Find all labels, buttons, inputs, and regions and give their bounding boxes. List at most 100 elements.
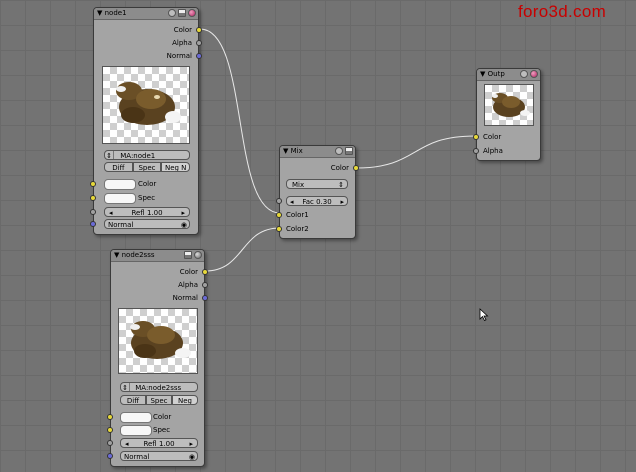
material-browse-icon[interactable]: ⇕: [121, 383, 130, 391]
node2-output-alpha-socket[interactable]: [202, 282, 208, 288]
plus-icon[interactable]: [335, 147, 343, 155]
node2-output-color-socket[interactable]: [202, 269, 208, 275]
output-header[interactable]: ▼ Outp: [477, 69, 540, 81]
node2-header[interactable]: ▼ node2sss: [111, 250, 204, 262]
material-sphere-icon[interactable]: [188, 9, 196, 17]
increment-arrow-icon[interactable]: ▸: [189, 439, 193, 447]
mix-blend-mode-value: Mix: [292, 181, 305, 189]
mix-output-color-socket[interactable]: [353, 165, 359, 171]
collapse-triangle-icon[interactable]: ▼: [283, 147, 288, 155]
node2-refl-value: Refl 1.00: [143, 440, 175, 448]
mix-node[interactable]: ▼ Mix Color Mix ⇕ ◂ Fac 0.30 ▸ Color1 Co…: [276, 145, 359, 239]
mix-header[interactable]: ▼ Mix: [280, 146, 355, 158]
node2-neg-toggle[interactable]: Neg: [172, 395, 198, 405]
mix-input-color2-label: Color2: [286, 225, 309, 233]
node1-material-node[interactable]: ▼ node1 Color Alpha Normal ⇕ MA:node1 Di…: [90, 7, 202, 235]
monkey-head-preview-icon: [116, 82, 181, 125]
output-input-alpha-socket[interactable]: [473, 148, 479, 154]
mix-title: Mix: [290, 147, 303, 155]
output-input-alpha-label: Alpha: [483, 147, 503, 155]
node1-shading-tabs: Diff Spec Neg N: [104, 162, 191, 172]
node2-input-color-label: Color: [153, 413, 172, 421]
node2-spec-swatch[interactable]: [120, 425, 152, 436]
collapse-triangle-icon[interactable]: ▼: [114, 251, 119, 259]
node1-input-color-socket[interactable]: [90, 181, 96, 187]
output-node[interactable]: ▼ Outp Color Alpha: [473, 68, 541, 161]
node1-header[interactable]: ▼ node1: [94, 8, 198, 20]
node1-output-alpha-socket[interactable]: [196, 40, 202, 46]
node1-input-spec-label: Spec: [138, 194, 156, 202]
mix-input-color1-socket[interactable]: [276, 212, 282, 218]
mix-blend-mode-select[interactable]: Mix ⇕: [286, 179, 348, 189]
node1-spec-swatch[interactable]: [104, 193, 136, 204]
monkey-head-preview-icon: [130, 321, 191, 359]
node2-color-swatch[interactable]: [120, 412, 152, 423]
material-browse-icon[interactable]: ⇕: [105, 151, 114, 159]
link-node2-to-mix-color2: [204, 227, 281, 272]
node2-input-color-socket[interactable]: [107, 414, 113, 420]
output-title: Outp: [487, 70, 505, 78]
node2-material-name[interactable]: MA:node2sss: [132, 384, 181, 391]
node1-refl-slider[interactable]: ◂ Refl 1.00 ▸: [104, 207, 190, 217]
dropdown-arrow-icon[interactable]: ⇕: [338, 180, 344, 188]
node1-material-selector[interactable]: ⇕ MA:node1: [104, 150, 190, 160]
mix-fac-slider[interactable]: ◂ Fac 0.30 ▸: [286, 196, 348, 206]
node1-diff-toggle[interactable]: Diff: [104, 162, 133, 172]
mix-input-fac-socket[interactable]: [276, 198, 282, 204]
mix-output-color-label: Color: [330, 164, 349, 172]
link-node1-to-mix-color1: [199, 28, 281, 214]
normal-sphere-icon[interactable]: ◉: [189, 452, 195, 460]
node1-output-alpha-label: Alpha: [172, 39, 192, 47]
node2-output-normal-socket[interactable]: [202, 295, 208, 301]
node2-spec-toggle[interactable]: Spec: [146, 395, 172, 405]
node1-output-normal-socket[interactable]: [196, 53, 202, 59]
link-mix-to-output-color: [355, 135, 476, 169]
node1-material-name[interactable]: MA:node1: [116, 152, 155, 159]
node2-output-normal-label: Normal: [172, 294, 198, 302]
collapse-triangle-icon[interactable]: ▼: [97, 9, 102, 17]
node1-neg-normal-toggle[interactable]: Neg N: [161, 162, 191, 172]
decrement-arrow-icon[interactable]: ◂: [290, 197, 294, 205]
output-input-color-socket[interactable]: [473, 134, 479, 140]
preview-toggle-icon[interactable]: [345, 147, 353, 155]
node2-input-spec-socket[interactable]: [107, 427, 113, 433]
node2-input-normal-socket[interactable]: [107, 453, 113, 459]
material-sphere-icon[interactable]: [530, 70, 538, 78]
node1-color-swatch[interactable]: [104, 179, 136, 190]
monkey-head-preview-icon: [492, 93, 530, 117]
mix-input-color2-socket[interactable]: [276, 226, 282, 232]
mix-input-color1-label: Color1: [286, 211, 309, 219]
collapse-triangle-icon[interactable]: ▼: [480, 70, 485, 78]
node1-normal-field[interactable]: Normal ◉: [104, 219, 190, 229]
mouse-cursor-icon: [479, 308, 489, 322]
decrement-arrow-icon[interactable]: ◂: [125, 439, 129, 447]
node2-refl-slider[interactable]: ◂ Refl 1.00 ▸: [120, 438, 198, 448]
node1-output-normal-label: Normal: [166, 52, 192, 60]
plus-icon[interactable]: [520, 70, 528, 78]
output-render-preview: [484, 84, 534, 126]
node2-normal-field[interactable]: Normal ◉: [120, 451, 198, 461]
node1-input-normal-socket[interactable]: [90, 221, 96, 227]
node2-normal-label: Normal: [124, 453, 150, 461]
node2-shading-tabs: Diff Spec Neg: [120, 395, 198, 405]
increment-arrow-icon[interactable]: ▸: [181, 208, 185, 216]
material-sphere-icon[interactable]: [194, 251, 202, 259]
node1-output-color-socket[interactable]: [196, 27, 202, 33]
node2-output-color-label: Color: [179, 268, 198, 276]
node1-input-refl-socket[interactable]: [90, 209, 96, 215]
node1-input-spec-socket[interactable]: [90, 195, 96, 201]
node1-spec-toggle[interactable]: Spec: [132, 162, 162, 172]
node1-input-color-label: Color: [138, 180, 157, 188]
increment-arrow-icon[interactable]: ▸: [340, 197, 344, 205]
node2-material-preview: [118, 308, 198, 374]
node2sss-material-node[interactable]: ▼ node2sss Color Alpha Normal ⇕ MA:node2…: [107, 249, 208, 467]
preview-toggle-icon[interactable]: [184, 251, 192, 259]
node2-material-selector[interactable]: ⇕ MA:node2sss: [120, 382, 198, 392]
normal-sphere-icon[interactable]: ◉: [181, 220, 187, 228]
node2-diff-toggle[interactable]: Diff: [120, 395, 146, 405]
node2-input-refl-socket[interactable]: [107, 440, 113, 446]
decrement-arrow-icon[interactable]: ◂: [109, 208, 113, 216]
plus-icon[interactable]: [168, 9, 176, 17]
node1-refl-value: Refl 1.00: [131, 209, 163, 217]
preview-toggle-icon[interactable]: [178, 9, 186, 17]
